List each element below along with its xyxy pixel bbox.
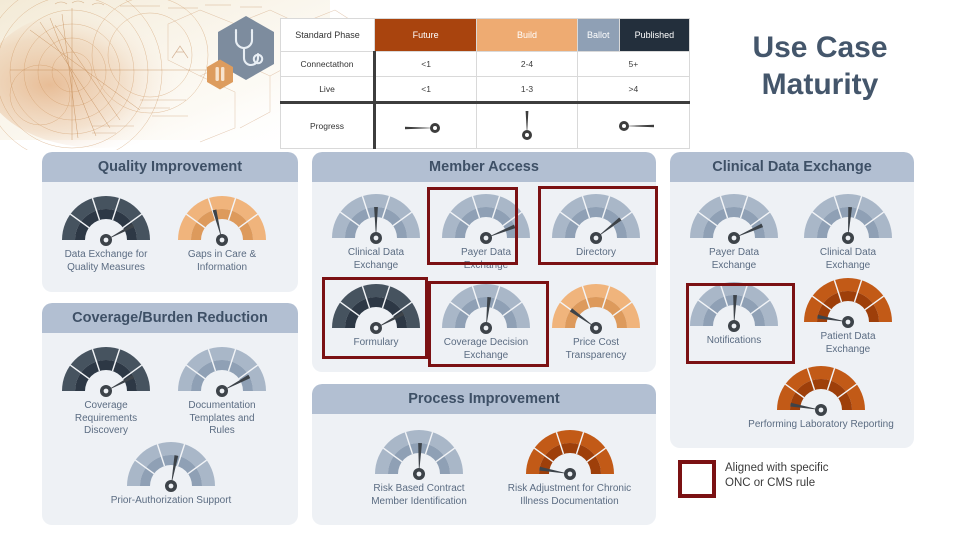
legend-row-label-connectathon: Connectathon <box>280 51 375 77</box>
panel-title-quality-improvement: Quality Improvement <box>42 152 298 182</box>
legend-progress-needle-3 <box>576 101 691 149</box>
gauge <box>690 282 778 332</box>
tile-price-cost-transparency[interactable]: Price Cost Transparency <box>541 280 651 362</box>
legend-live-value-2: 1-3 <box>476 76 578 103</box>
legend-phase-published: Published <box>618 18 691 52</box>
gauge <box>552 194 640 244</box>
page-title: Use Case Maturity <box>690 30 950 103</box>
gauge <box>332 284 420 334</box>
panel-clinical-data-exchange: Clinical Data Exchange Payer Data Exchang… <box>670 152 914 448</box>
tile-label: Coverage Requirements Discovery <box>74 400 138 436</box>
legend-key-text: Aligned with specific ONC or CMS rule <box>725 460 829 491</box>
gauge <box>62 347 150 397</box>
tile-coverage-decision-exchange[interactable]: Coverage Decision Exchange <box>431 280 541 362</box>
tile-cde-clinical-data-exchange[interactable]: Clinical Data Exchange <box>790 190 906 272</box>
tile-directory[interactable]: Directory <box>541 190 651 260</box>
gauge <box>804 194 892 244</box>
page-title-line-1: Use Case <box>752 31 888 64</box>
panel-title-clinical-data-exchange: Clinical Data Exchange <box>670 152 914 182</box>
tile-label: Payer Data Exchange <box>708 247 760 271</box>
tile-prior-authorization-support[interactable]: Prior-Authorization Support <box>106 438 236 508</box>
legend-connectathon-value-1: <1 <box>372 51 478 77</box>
legend-row-progress: Progress <box>280 101 691 149</box>
tile-risk-based-contract-member-identification[interactable]: Risk Based Contract Member Identification <box>344 426 494 508</box>
tile-label: Clinical Data Exchange <box>347 247 405 271</box>
tile-documentation-templates-and-rules[interactable]: Documentation Templates and Rules <box>164 343 280 438</box>
legend-live-value-3: >4 <box>576 76 691 103</box>
tile-label: Risk Based Contract Member Identification <box>371 483 467 507</box>
legend-phase-ballot: Ballot <box>576 18 620 52</box>
gauge <box>525 430 614 480</box>
gauge <box>442 284 530 334</box>
panel-member-access: Member Access Clinical Data Exchange Paye… <box>312 152 656 372</box>
legend-phase-build: Build <box>476 18 578 52</box>
standard-phase-legend-table: Standard Phase Future Build Ballot Publi… <box>280 18 691 149</box>
tile-label: Gaps in Care & Information <box>187 249 257 273</box>
legend-row-label-live: Live <box>280 76 375 103</box>
tile-label: Formulary <box>353 337 399 348</box>
legend-row-label-progress: Progress <box>280 101 375 149</box>
tile-coverage-requirements-discovery[interactable]: Coverage Requirements Discovery <box>48 343 164 438</box>
tile-label: Coverage Decision Exchange <box>443 337 529 361</box>
panel-coverage-burden-reduction: Coverage/Burden Reduction Coverage Requir… <box>42 303 298 525</box>
panel-process-improvement: Process Improvement Risk Based Contract M… <box>312 384 656 525</box>
gauge <box>375 430 463 480</box>
tile-label: Directory <box>575 247 616 258</box>
tile-label: Performing Laboratory Reporting <box>748 419 894 430</box>
panel-title-process-improvement: Process Improvement <box>312 384 656 414</box>
page-title-line-2: Maturity <box>761 67 879 101</box>
gauge <box>777 366 865 416</box>
panel-title-coverage-burden-reduction: Coverage/Burden Reduction <box>42 303 298 333</box>
panel-title-member-access: Member Access <box>312 152 656 182</box>
test-tube-icon <box>207 59 233 90</box>
gauge <box>804 278 892 328</box>
legend-header-row: Standard Phase Future Build Ballot Publi… <box>280 18 691 52</box>
tile-label: Documentation Templates and Rules <box>188 400 256 436</box>
tile-label: Payer Data Exchange <box>460 247 512 271</box>
tile-label: Clinical Data Exchange <box>819 247 877 271</box>
legend-key-swatch <box>678 460 716 498</box>
legend-live-value-1: <1 <box>372 76 478 103</box>
gauge <box>442 194 530 244</box>
gauge <box>178 196 266 246</box>
legend-connectathon-value-3: 5+ <box>576 51 691 77</box>
tile-formulary[interactable]: Formulary <box>321 280 431 350</box>
legend-progress-needle-2 <box>476 101 578 149</box>
legend-phase-future: Future <box>373 18 478 52</box>
gauge <box>62 196 150 246</box>
tile-label: Patient Data Exchange <box>820 331 876 355</box>
legend-row-connectathon: Connectathon <1 2-4 5+ <box>280 51 691 77</box>
tile-patient-data-exchange[interactable]: Patient Data Exchange <box>790 274 906 356</box>
tile-label: Prior-Authorization Support <box>110 495 232 506</box>
tile-risk-adjustment-for-chronic-illness-documentation[interactable]: Risk Adjustment for Chronic Illness Docum… <box>487 426 652 508</box>
gauge <box>332 194 420 244</box>
legend-row-label-standard-phase: Standard Phase <box>280 18 375 52</box>
tile-label: Risk Adjustment for Chronic Illness Docum… <box>507 483 632 507</box>
tile-cde-payer-data-exchange[interactable]: Payer Data Exchange <box>678 190 790 272</box>
legend-key-aligned-with-rule: Aligned with specific ONC or CMS rule <box>678 460 829 498</box>
tile-data-exchange-for-quality-measures[interactable]: Data Exchange for Quality Measures <box>48 192 164 274</box>
tile-clinical-data-exchange[interactable]: Clinical Data Exchange <box>321 190 431 272</box>
legend-connectathon-value-2: 2-4 <box>476 51 578 77</box>
tile-gaps-in-care-and-information[interactable]: Gaps in Care & Information <box>164 192 280 274</box>
tile-payer-data-exchange[interactable]: Payer Data Exchange <box>431 190 541 272</box>
tile-label: Price Cost Transparency <box>565 337 627 361</box>
tile-performing-laboratory-reporting[interactable]: Performing Laboratory Reporting <box>726 362 914 432</box>
tile-label: Notifications <box>706 335 762 346</box>
panel-quality-improvement: Quality Improvement Data Exchange for Qua… <box>42 152 298 292</box>
legend-progress-needle-1 <box>372 101 478 149</box>
tile-label: Data Exchange for Quality Measures <box>64 249 148 273</box>
legend-row-live: Live <1 1-3 >4 <box>280 76 691 103</box>
gauge <box>127 442 215 492</box>
stethoscope-icon <box>218 16 274 80</box>
gauge <box>178 347 266 397</box>
legend-key-line-1: Aligned with specific <box>725 462 829 474</box>
tile-notifications[interactable]: Notifications <box>678 278 790 348</box>
gauge <box>690 194 778 244</box>
gauge <box>552 284 640 334</box>
legend-key-line-2: ONC or CMS rule <box>725 477 816 489</box>
